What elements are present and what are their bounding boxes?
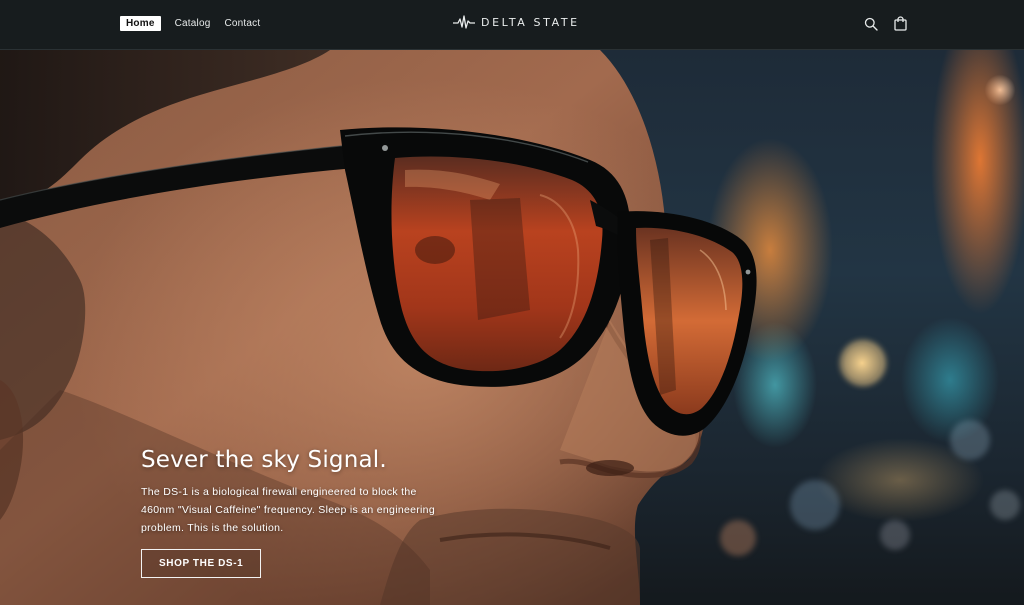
header-actions: [864, 16, 907, 31]
site-header: Home Catalog Contact DELTA STATE: [0, 0, 1024, 50]
hero-content: Sever the sky Signal. The DS-1 is a biol…: [141, 445, 461, 578]
brand-name: DELTA STATE: [481, 15, 580, 29]
hero-title: Sever the sky Signal.: [141, 447, 387, 473]
search-icon[interactable]: [864, 17, 878, 31]
page: Home Catalog Contact DELTA STATE Sever t…: [0, 0, 1024, 605]
hero-description: The DS-1 is a biological firewall engine…: [141, 486, 435, 534]
nav-contact-link[interactable]: Contact: [224, 16, 260, 31]
hero-banner: Sever the sky Signal. The DS-1 is a biol…: [0, 50, 1024, 605]
brand-logo[interactable]: DELTA STATE: [453, 15, 580, 29]
shopping-bag-icon[interactable]: [894, 16, 907, 31]
nav-home-link[interactable]: Home: [120, 16, 161, 31]
shop-ds1-button[interactable]: SHOP THE DS-1: [141, 549, 262, 578]
nav-catalog-link[interactable]: Catalog: [175, 16, 211, 31]
pulse-waveform-icon: [453, 15, 475, 29]
main-nav: Home Catalog Contact: [120, 16, 260, 31]
